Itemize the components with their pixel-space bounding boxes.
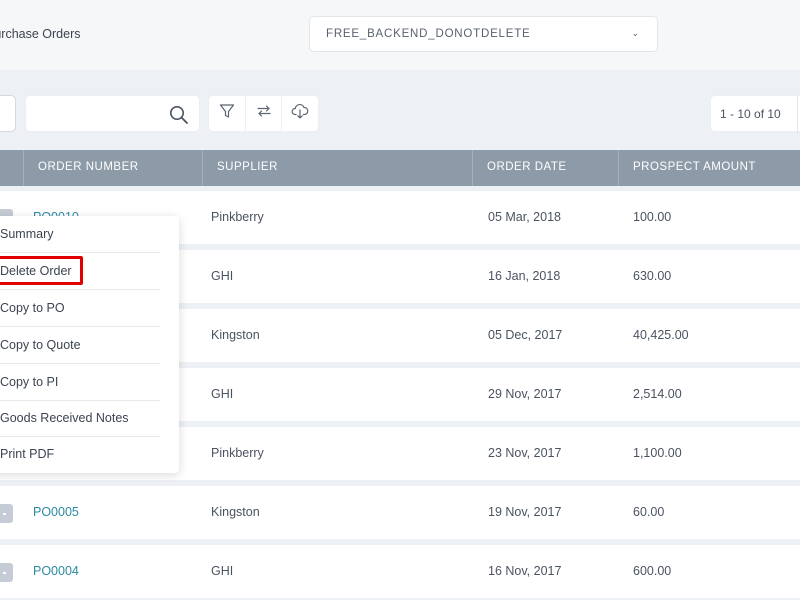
table-tools (208, 95, 319, 132)
chevron-down-icon: ⌄ (631, 28, 639, 38)
menu-item-goods-received-notes[interactable]: Goods Received Notes (0, 400, 160, 437)
amount-cell: 40,425.00 (633, 328, 689, 342)
amount-cell: 60.00 (633, 505, 665, 519)
amount-cell: 600.00 (633, 564, 672, 578)
page-title: Purchase Orders (0, 27, 81, 41)
pagination-text: 1 - 10 of 10 (720, 107, 781, 121)
order-date-cell: 16 Jan, 2018 (488, 269, 561, 283)
column-divider (202, 150, 203, 186)
supplier-cell: Kingston (211, 328, 260, 342)
column-supplier[interactable]: SUPPLIER (217, 161, 278, 173)
search-icon[interactable] (169, 105, 189, 130)
amount-cell: 100.00 (633, 210, 672, 224)
menu-item-copy-to-pi[interactable]: Copy to PI (0, 364, 160, 401)
amount-cell: 630.00 (633, 269, 672, 283)
order-date-cell: 16 Nov, 2017 (488, 564, 562, 578)
table-row[interactable]: PO0004 GHI 16 Nov, 2017 600.00 (0, 545, 800, 598)
order-number-link[interactable]: PO0005 (33, 505, 79, 519)
pagination-divider (797, 96, 798, 133)
row-menu-toggle[interactable] (0, 563, 13, 582)
menu-item-summary[interactable]: Summary (0, 216, 160, 253)
filter-icon (219, 103, 235, 124)
order-date-cell: 05 Mar, 2018 (488, 210, 561, 224)
column-order-number[interactable]: ORDER NUMBER (38, 161, 139, 173)
column-divider (618, 150, 619, 186)
order-date-cell: 19 Nov, 2017 (488, 505, 562, 519)
amount-cell: 2,514.00 (633, 387, 682, 401)
supplier-cell: GHI (211, 269, 234, 283)
order-date-cell: 29 Nov, 2017 (488, 387, 562, 401)
table-header: ORDER NUMBER SUPPLIER ORDER DATE PROSPEC… (0, 150, 800, 186)
supplier-cell: Pinkberry (211, 210, 264, 224)
menu-item-print-pdf[interactable]: Print PDF (0, 436, 160, 473)
download-button[interactable] (282, 96, 318, 131)
row-menu-toggle[interactable] (0, 504, 13, 523)
search-input[interactable] (36, 105, 166, 123)
amount-cell: 1,100.00 (633, 446, 682, 460)
column-order-date[interactable]: ORDER DATE (487, 161, 567, 173)
transfer-button[interactable] (246, 96, 283, 131)
order-date-cell: 05 Dec, 2017 (488, 328, 563, 342)
search-box[interactable] (25, 95, 200, 132)
company-select[interactable]: FREE_BACKEND_DONOTDELETE ⌄ (309, 16, 658, 52)
table-row[interactable]: PO0005 Kingston 19 Nov, 2017 60.00 (0, 486, 800, 539)
pagination: 1 - 10 of 10 (710, 95, 800, 133)
cloud-download-icon (291, 103, 309, 124)
supplier-cell: GHI (211, 564, 234, 578)
bulk-select-button[interactable] (0, 95, 16, 132)
row-context-menu: Summary Delete Order Copy to PO Copy to … (0, 216, 179, 473)
top-bar: Purchase Orders FREE_BACKEND_DONOTDELETE… (0, 0, 800, 70)
order-date-cell: 23 Nov, 2017 (488, 446, 562, 460)
supplier-cell: Pinkberry (211, 446, 264, 460)
supplier-cell: GHI (211, 387, 234, 401)
filter-button[interactable] (209, 96, 246, 131)
supplier-cell: Kingston (211, 505, 260, 519)
company-select-value: FREE_BACKEND_DONOTDELETE (326, 28, 531, 40)
menu-item-copy-to-quote[interactable]: Copy to Quote (0, 327, 160, 364)
delete-order-highlight-box (0, 256, 83, 285)
order-number-link[interactable]: PO0004 (33, 564, 79, 578)
column-divider (23, 150, 24, 186)
menu-item-copy-to-po[interactable]: Copy to PO (0, 290, 160, 327)
column-prospect-amount[interactable]: PROSPECT AMOUNT (633, 161, 756, 173)
transfer-icon (256, 103, 272, 124)
column-divider (472, 150, 473, 186)
